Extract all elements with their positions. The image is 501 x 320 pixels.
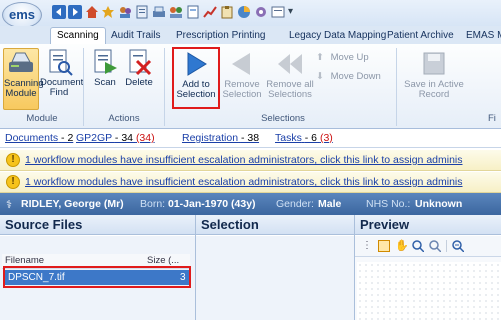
selection-header: Selection xyxy=(196,215,354,235)
tasks-link[interactable]: Tasks - 6 (3) xyxy=(275,132,333,144)
tab-scanning[interactable]: Scanning xyxy=(50,27,106,45)
document-find-icon xyxy=(45,48,73,76)
clipboard-icon[interactable] xyxy=(220,5,234,19)
gender-value: Male xyxy=(318,198,342,210)
settings-icon[interactable] xyxy=(254,5,268,19)
gp2gp-link[interactable]: GP2GP - 34 (34) xyxy=(76,132,155,144)
back-icon[interactable] xyxy=(52,5,66,19)
born-label: Born: xyxy=(140,198,166,210)
size-column-header[interactable]: Size (... xyxy=(147,255,179,266)
group-actions-label: Actions xyxy=(108,113,140,124)
left-arrow-icon xyxy=(228,50,256,78)
remove-selection-label: Remove Selection xyxy=(222,79,262,100)
pie-icon[interactable] xyxy=(237,5,251,19)
scanner-icon xyxy=(7,49,35,77)
escalation-warning-row[interactable]: ! 1 workflow modules have insufficient e… xyxy=(0,172,501,193)
forward-icon[interactable] xyxy=(68,5,82,19)
tab-audit-trails[interactable]: Audit Trails xyxy=(111,28,160,44)
move-up-icon: ⬆ xyxy=(316,52,324,63)
tab-emas[interactable]: EMAS M xyxy=(466,28,501,44)
scanning-module-label: Scanning Module xyxy=(4,78,44,99)
delete-icon xyxy=(125,48,153,76)
patient-icon: ⚕ xyxy=(6,199,12,211)
add-to-selection-highlight xyxy=(172,47,220,109)
favourite-icon[interactable] xyxy=(101,5,115,19)
toolbar-separator xyxy=(446,240,447,252)
toolbar-grip-icon: ⋮ xyxy=(362,240,372,251)
delete-label: Delete xyxy=(125,77,153,88)
patient-banner: ⚕ RIDLEY, George (Mr) Born: 01-Jan-1970 … xyxy=(0,193,501,215)
gender-label: Gender: xyxy=(276,198,314,210)
home-icon[interactable] xyxy=(85,5,99,19)
move-down-button[interactable]: ⬇ Move Down xyxy=(316,72,391,82)
preview-toolbar xyxy=(355,236,501,257)
selection-pane[interactable] xyxy=(196,236,354,320)
delete-button[interactable]: Delete xyxy=(122,48,156,88)
ribbon-separator xyxy=(396,48,397,126)
nhs-label: NHS No.: xyxy=(366,198,411,210)
group-module-label: Module xyxy=(26,113,58,124)
users-icon[interactable] xyxy=(118,5,132,19)
scan-button[interactable]: Scan xyxy=(90,48,120,88)
form-icon[interactable] xyxy=(186,5,200,19)
move-down-icon: ⬇ xyxy=(316,71,324,82)
source-files-header: Source Files xyxy=(0,215,195,235)
document-find-button[interactable]: Document Find xyxy=(40,48,83,98)
save-in-active-record-label: Save in Active Record xyxy=(404,79,464,100)
remove-selection-button[interactable]: Remove Selection xyxy=(220,50,264,100)
file-row-highlight xyxy=(3,266,191,288)
app-logo[interactable]: ems xyxy=(2,2,42,28)
preview-canvas[interactable] xyxy=(357,262,501,320)
scanner-icon[interactable] xyxy=(152,5,166,19)
double-left-arrow-icon xyxy=(276,50,304,78)
escalation-warning-row[interactable]: ! 1 workflow modules have insufficient e… xyxy=(0,150,501,171)
registration-link[interactable]: Registration - 38 xyxy=(182,132,259,144)
tab-legacy-data-mapping[interactable]: Legacy Data Mapping xyxy=(289,28,386,44)
zoom-fit-icon[interactable] xyxy=(452,240,465,253)
escalation-warning-link[interactable]: 1 workflow modules have insufficient esc… xyxy=(25,154,463,166)
warning-icon: ! xyxy=(6,153,20,167)
group-partial-label: Fi xyxy=(488,113,496,124)
move-up-label: Move Up xyxy=(330,52,369,63)
warning-icon: ! xyxy=(6,175,20,189)
born-value: 01-Jan-1970 (43y) xyxy=(168,198,256,210)
graph-icon[interactable] xyxy=(203,5,217,19)
select-tool-icon[interactable] xyxy=(378,240,390,252)
save-in-active-record-button[interactable]: Save in Active Record xyxy=(404,50,464,100)
documents-link[interactable]: Documents - 2 xyxy=(5,132,73,144)
scanning-module-button[interactable]: Scanning Module xyxy=(3,48,44,110)
move-down-label: Move Down xyxy=(330,71,381,82)
notes-icon[interactable] xyxy=(271,5,285,19)
customize-dropdown-icon[interactable]: ▾ xyxy=(288,6,302,20)
people-icon[interactable] xyxy=(169,5,183,19)
save-icon xyxy=(420,50,448,78)
patient-name: RIDLEY, George (Mr) xyxy=(21,198,124,210)
escalation-warning-link[interactable]: 1 workflow modules have insufficient esc… xyxy=(25,176,463,188)
ribbon-separator xyxy=(164,48,165,126)
remove-all-selections-label: Remove all Selections xyxy=(266,79,314,100)
scan-label: Scan xyxy=(94,77,116,88)
zoom-in-icon[interactable] xyxy=(412,240,425,253)
preview-header: Preview xyxy=(355,215,501,235)
scan-icon xyxy=(91,48,119,76)
tab-patient-archive[interactable]: Patient Archive xyxy=(387,28,454,44)
group-selections-label: Selections xyxy=(261,113,305,124)
document-find-label: Document Find xyxy=(40,77,84,98)
nhs-value: Unknown xyxy=(415,198,463,210)
move-up-button[interactable]: ⬆ Move Up xyxy=(316,53,386,63)
tab-prescription-printing[interactable]: Prescription Printing xyxy=(176,28,265,44)
ribbon: Scanning Module Document Find Module Sca… xyxy=(0,44,501,129)
document-icon[interactable] xyxy=(135,5,149,19)
filename-column-header[interactable]: Filename xyxy=(5,255,44,266)
hand-tool-icon[interactable]: ✋ xyxy=(395,240,409,252)
remove-all-selections-button[interactable]: Remove all Selections xyxy=(266,50,314,100)
ribbon-separator xyxy=(83,48,84,126)
zoom-out-icon[interactable] xyxy=(429,240,442,253)
